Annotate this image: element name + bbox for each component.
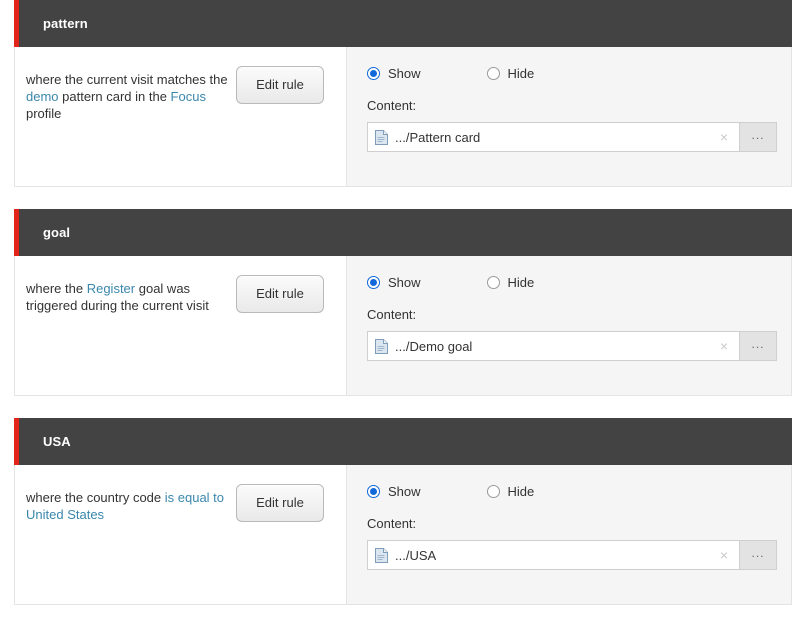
document-icon — [375, 130, 388, 145]
condition-pane: where the current visit matches the demo… — [15, 47, 346, 186]
content-label: Content: — [367, 307, 777, 322]
action-pane: Show Hide Content: ... — [346, 465, 791, 604]
rule-card: USA where the country code is equal to U… — [14, 418, 792, 605]
radio-option-hide[interactable]: Hide — [487, 66, 535, 81]
condition-pane: where the Register goal was triggered du… — [15, 256, 346, 395]
content-value[interactable]: .../Demo goal — [368, 332, 709, 360]
action-radio-group: Show Hide — [367, 63, 777, 83]
radio-option-hide[interactable]: Hide — [487, 484, 535, 499]
radio-hide-label: Hide — [508, 484, 535, 499]
content-value[interactable]: .../USA — [368, 541, 709, 569]
card-header: pattern — [14, 0, 792, 47]
edit-rule-button[interactable]: Edit rule — [236, 66, 324, 104]
radio-option-show[interactable]: Show — [367, 275, 421, 290]
card-body: where the current visit matches the demo… — [14, 47, 792, 187]
radio-option-show[interactable]: Show — [367, 484, 421, 499]
card-title: pattern — [19, 17, 88, 30]
content-label: Content: — [367, 516, 777, 531]
radio-show-label: Show — [388, 484, 421, 499]
condition-segment-link[interactable]: Register — [87, 281, 135, 296]
content-field[interactable]: .../Demo goal × ... — [367, 331, 777, 361]
content-path: .../Demo goal — [395, 339, 472, 354]
rule-card: pattern where the current visit matches … — [14, 0, 792, 187]
content-field[interactable]: .../USA × ... — [367, 540, 777, 570]
card-header: USA — [14, 418, 792, 465]
radio-show-icon[interactable] — [367, 67, 380, 80]
radio-hide-icon[interactable] — [487, 485, 500, 498]
condition-segment: profile — [26, 106, 61, 121]
content-label: Content: — [367, 98, 777, 113]
edit-rule-button[interactable]: Edit rule — [236, 275, 324, 313]
browse-content-button[interactable]: ... — [739, 332, 776, 360]
condition-segment-link[interactable]: Focus — [171, 89, 206, 104]
radio-option-show[interactable]: Show — [367, 66, 421, 81]
content-field[interactable]: .../Pattern card × ... — [367, 122, 777, 152]
radio-show-icon[interactable] — [367, 485, 380, 498]
browse-content-button[interactable]: ... — [739, 123, 776, 151]
document-icon — [375, 339, 388, 354]
card-title: goal — [19, 226, 70, 239]
clear-content-button[interactable]: × — [709, 123, 739, 151]
radio-option-hide[interactable]: Hide — [487, 275, 535, 290]
card-header: goal — [14, 209, 792, 256]
card-body: where the country code is equal to Unite… — [14, 465, 792, 605]
action-radio-group: Show Hide — [367, 481, 777, 501]
document-icon — [375, 548, 388, 563]
rule-condition-text: where the Register goal was triggered du… — [26, 274, 228, 314]
rule-condition-text: where the current visit matches the demo… — [26, 65, 228, 122]
clear-content-button[interactable]: × — [709, 332, 739, 360]
edit-rule-button[interactable]: Edit rule — [236, 484, 324, 522]
condition-pane: where the country code is equal to Unite… — [15, 465, 346, 604]
card-body: where the Register goal was triggered du… — [14, 256, 792, 396]
condition-segment: pattern card in the — [59, 89, 171, 104]
condition-segment-link[interactable]: demo — [26, 89, 59, 104]
browse-content-button[interactable]: ... — [739, 541, 776, 569]
condition-segment: where the current visit matches the — [26, 72, 228, 87]
card-title: USA — [19, 435, 71, 448]
condition-segment: where the country code — [26, 490, 165, 505]
radio-hide-icon[interactable] — [487, 276, 500, 289]
radio-show-icon[interactable] — [367, 276, 380, 289]
content-path: .../USA — [395, 548, 436, 563]
content-value[interactable]: .../Pattern card — [368, 123, 709, 151]
action-radio-group: Show Hide — [367, 272, 777, 292]
content-path: .../Pattern card — [395, 130, 480, 145]
clear-content-button[interactable]: × — [709, 541, 739, 569]
rule-condition-text: where the country code is equal to Unite… — [26, 483, 228, 523]
radio-hide-label: Hide — [508, 275, 535, 290]
rule-card: goal where the Register goal was trigger… — [14, 209, 792, 396]
action-pane: Show Hide Content: ... — [346, 256, 791, 395]
action-pane: Show Hide Content: ... — [346, 47, 791, 186]
rules-list: pattern where the current visit matches … — [0, 0, 792, 618]
radio-hide-label: Hide — [508, 66, 535, 81]
radio-show-label: Show — [388, 275, 421, 290]
radio-show-label: Show — [388, 66, 421, 81]
condition-segment: where the — [26, 281, 87, 296]
radio-hide-icon[interactable] — [487, 67, 500, 80]
